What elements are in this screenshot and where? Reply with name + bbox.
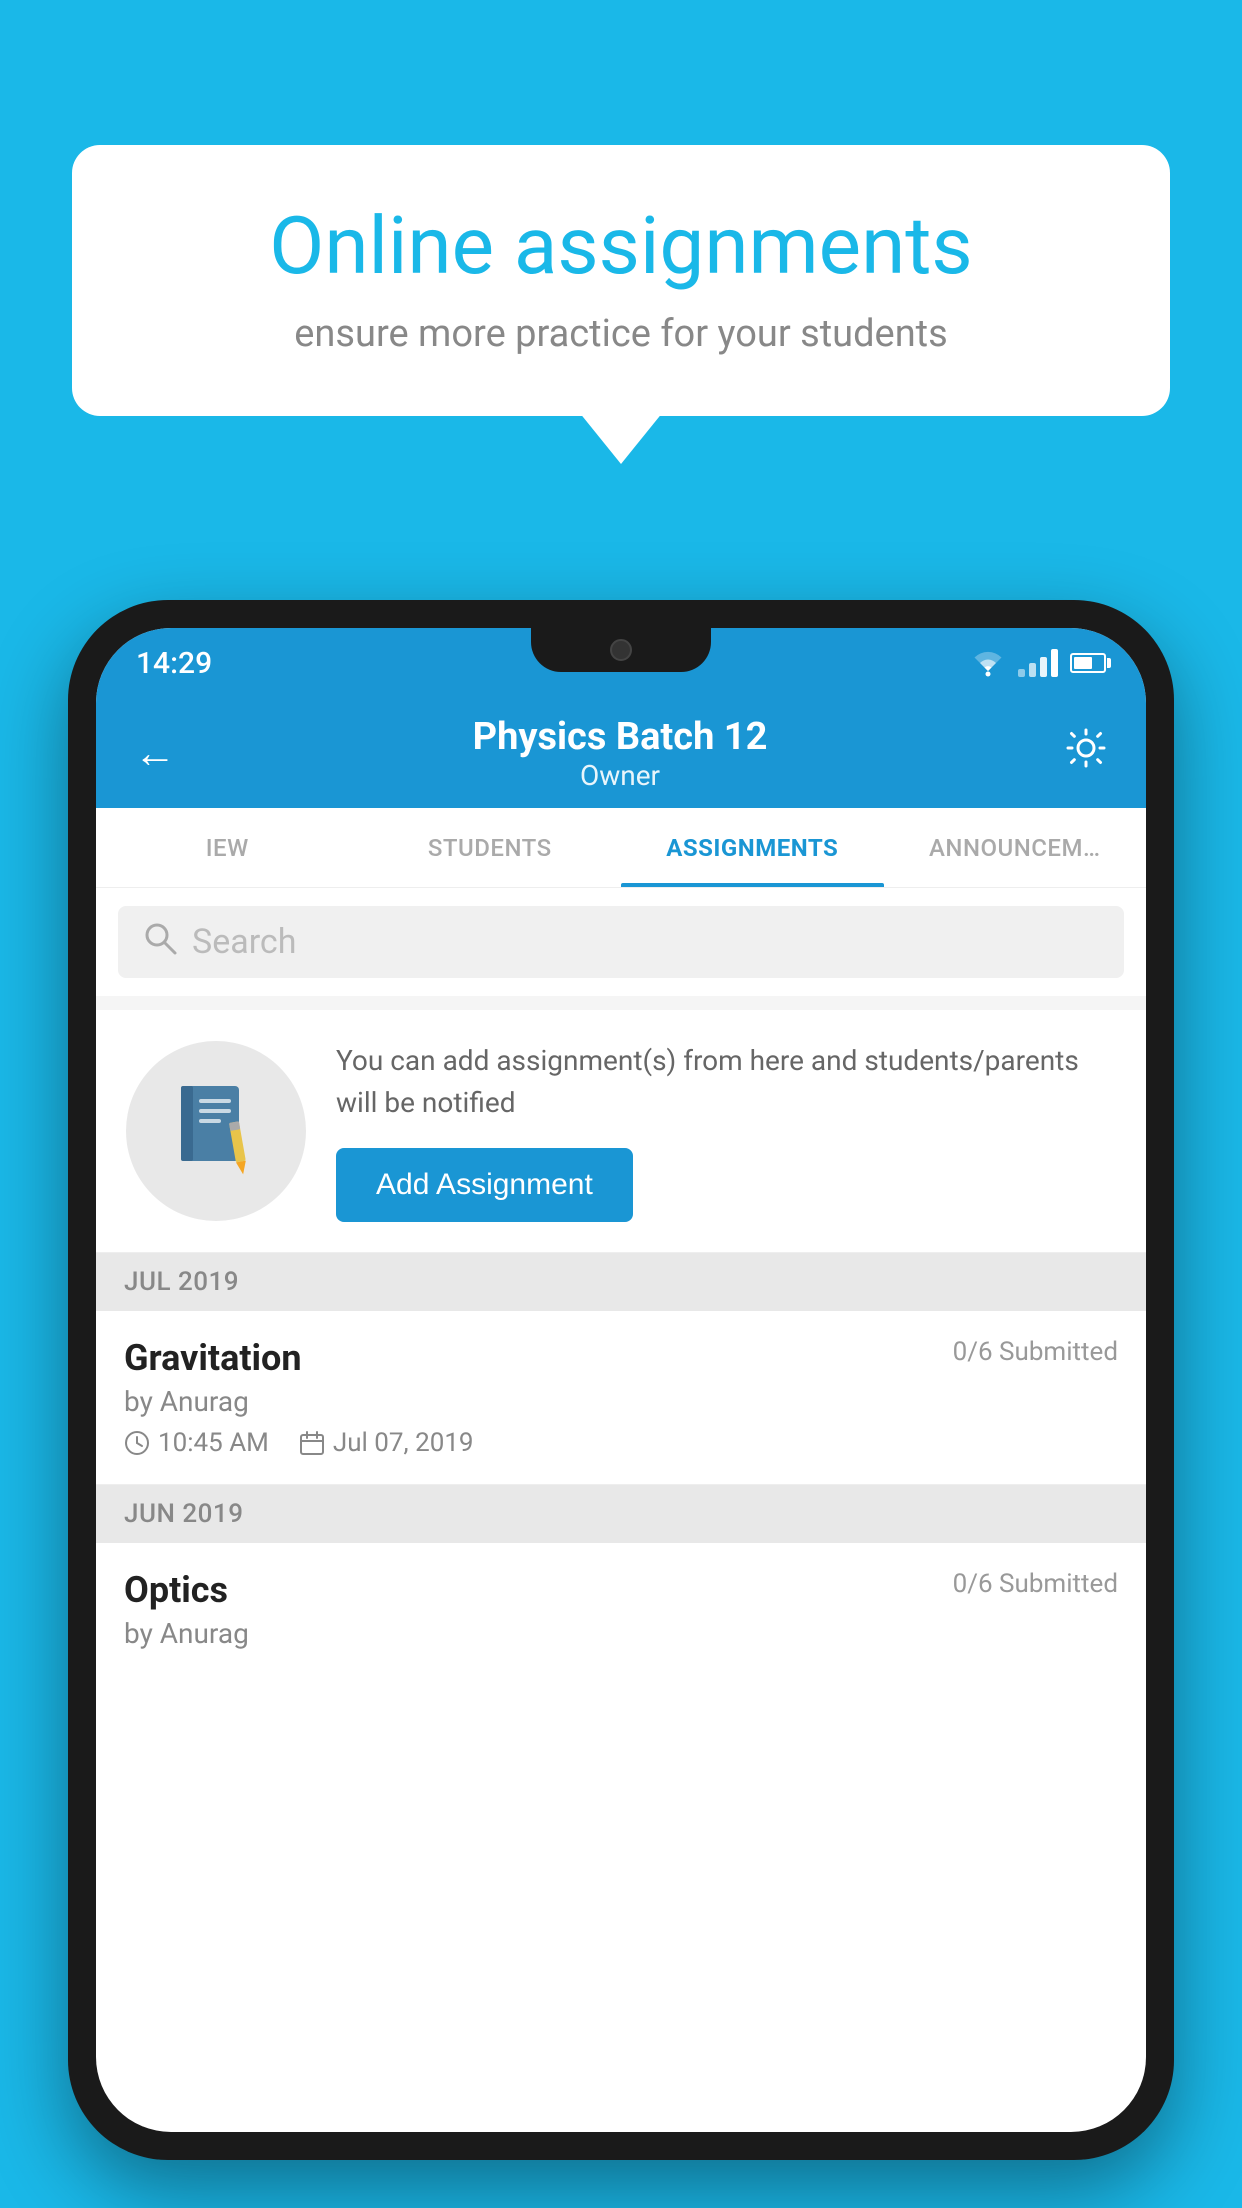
- assignment-date: Jul 07, 2019: [299, 1428, 474, 1458]
- promo-icon-circle: [126, 1041, 306, 1221]
- assignment-submitted: 0/6 Submitted: [953, 1337, 1118, 1367]
- speech-bubble-title: Online assignments: [132, 200, 1110, 292]
- promo-block: You can add assignment(s) from here and …: [96, 1010, 1146, 1253]
- search-bar[interactable]: Search: [118, 906, 1124, 978]
- assignment-name-optics: Optics: [124, 1569, 228, 1611]
- settings-icon[interactable]: [1064, 726, 1108, 781]
- phone-mockup: 14:29: [68, 600, 1174, 2160]
- assignment-time: 10:45 AM: [124, 1428, 269, 1458]
- tab-assignments[interactable]: ASSIGNMENTS: [621, 808, 884, 887]
- assignment-meta: 10:45 AM Jul 07, 2019: [124, 1428, 1118, 1458]
- speech-bubble: Online assignments ensure more practice …: [72, 145, 1170, 416]
- status-icons: [970, 649, 1106, 677]
- tab-iew[interactable]: IEW: [96, 808, 359, 887]
- assignment-by: by Anurag: [124, 1385, 1118, 1418]
- phone-camera: [610, 639, 632, 661]
- back-button[interactable]: ←: [134, 729, 176, 778]
- tab-announcements[interactable]: ANNOUNCЕМ…: [884, 808, 1147, 887]
- month-header-jun: JUN 2019: [96, 1485, 1146, 1543]
- search-placeholder: Search: [192, 922, 296, 962]
- header-subtitle: Owner: [473, 759, 768, 792]
- assignment-submitted-optics: 0/6 Submitted: [953, 1569, 1118, 1599]
- app-header: ← Physics Batch 12 Owner: [96, 698, 1146, 808]
- assignment-by-optics: by Anurag: [124, 1617, 1118, 1650]
- assignment-item-gravitation[interactable]: Gravitation 0/6 Submitted by Anurag: [96, 1311, 1146, 1485]
- status-time: 14:29: [136, 646, 212, 681]
- add-assignment-button[interactable]: Add Assignment: [336, 1148, 633, 1222]
- signal-icon: [1018, 649, 1058, 677]
- phone-notch: [531, 628, 711, 672]
- notebook-icon: [171, 1081, 261, 1181]
- month-header-jul: JUL 2019: [96, 1253, 1146, 1311]
- phone-screen: 14:29: [96, 628, 1146, 2132]
- header-title-block: Physics Batch 12 Owner: [473, 715, 768, 792]
- header-title: Physics Batch 12: [473, 715, 768, 759]
- tab-students[interactable]: STUDENTS: [359, 808, 622, 887]
- calendar-icon: [299, 1430, 325, 1456]
- tab-bar: IEW STUDENTS ASSIGNMENTS ANNOUNCЕМ…: [96, 808, 1146, 888]
- assignment-name: Gravitation: [124, 1337, 302, 1379]
- assignment-item-optics[interactable]: Optics 0/6 Submitted by Anurag: [96, 1543, 1146, 1686]
- battery-icon: [1070, 653, 1106, 673]
- content-area: Search: [96, 888, 1146, 1686]
- clock-icon: [124, 1430, 150, 1456]
- speech-bubble-subtitle: ensure more practice for your students: [132, 312, 1110, 356]
- promo-description: You can add assignment(s) from here and …: [336, 1040, 1116, 1124]
- search-bar-container: Search: [96, 888, 1146, 996]
- wifi-icon: [970, 649, 1006, 677]
- promo-text-area: You can add assignment(s) from here and …: [336, 1040, 1116, 1222]
- search-icon: [142, 920, 178, 965]
